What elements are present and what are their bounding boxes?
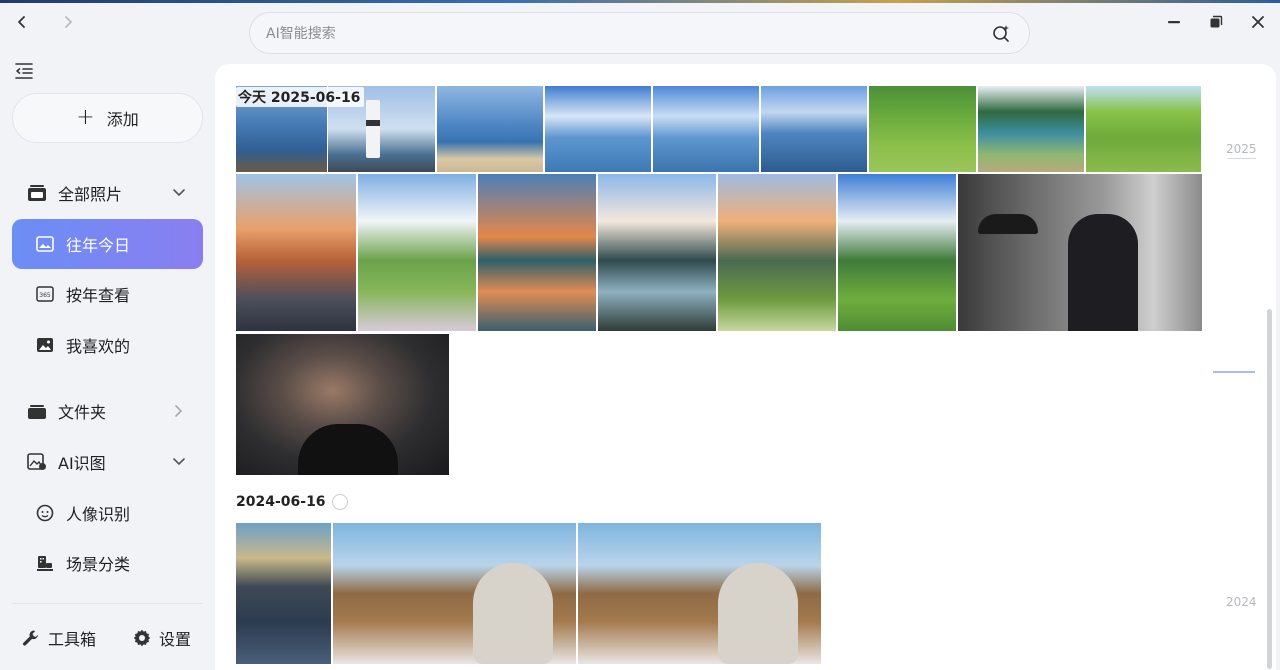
search-placeholder: AI智能搜索 — [266, 26, 336, 42]
chevron-left-icon — [18, 16, 25, 28]
group-date-2024: 2024-06-16 — [236, 494, 348, 510]
collapse-sidebar-button[interactable] — [12, 59, 36, 83]
scene-icon — [34, 552, 56, 574]
scrollbar-thumb[interactable] — [1267, 309, 1272, 669]
photo-thumbnail[interactable] — [333, 523, 576, 664]
folder-icon — [26, 400, 48, 422]
photo-thumbnail[interactable] — [869, 86, 976, 172]
minimize-button[interactable] — [1162, 10, 1186, 34]
sidebar-item-by-year[interactable]: 365 按年查看 — [12, 269, 203, 319]
sidebar-item-ai-recognition[interactable]: AI识图 — [12, 437, 203, 487]
ai-image-icon — [26, 451, 48, 473]
photo-thumbnail[interactable] — [718, 174, 836, 331]
svg-text:365: 365 — [39, 292, 51, 299]
sidebar-item-label: 文件夹 — [58, 403, 107, 422]
sidebar-item-label: 往年今日 — [66, 236, 131, 255]
search-input[interactable]: AI智能搜索 — [249, 12, 1030, 54]
add-button-label: 添加 — [106, 110, 139, 129]
close-button[interactable] — [1246, 10, 1270, 34]
sidebar-item-label: 场景分类 — [66, 555, 131, 574]
sidebar-item-on-this-day[interactable]: 往年今日 — [12, 219, 203, 269]
sidebar-divider — [12, 603, 203, 604]
sidebar-item-folders[interactable]: 文件夹 — [12, 386, 203, 436]
group-date-today: 今天 2025-06-16 — [236, 87, 365, 107]
gear-icon — [133, 629, 151, 647]
toolbox-button[interactable]: 工具箱 — [22, 626, 96, 650]
back-button[interactable] — [10, 10, 34, 34]
photo-thumbnail[interactable] — [958, 174, 1202, 331]
year-marker-2024[interactable]: 2024 — [1226, 595, 1257, 609]
minimize-icon — [1168, 21, 1180, 24]
photo-thumbnail[interactable] — [838, 174, 956, 331]
sidebar-item-face-recognition[interactable]: 人像识别 — [12, 488, 203, 538]
picture-icon — [34, 233, 56, 255]
photo-thumbnail[interactable] — [761, 86, 867, 172]
sidebar-collapse-icon — [15, 63, 33, 79]
sidebar-item-label: 我喜欢的 — [66, 337, 131, 356]
image-icon — [34, 334, 56, 356]
photo-thumbnail[interactable] — [358, 174, 476, 331]
group-date-text: 今天 2025-06-16 — [238, 90, 361, 106]
ai-search-icon[interactable] — [989, 21, 1013, 45]
photo-thumbnail[interactable] — [236, 174, 356, 331]
sidebar-item-label: AI识图 — [58, 454, 106, 473]
photo-thumbnail[interactable] — [478, 174, 596, 331]
chevron-down-icon[interactable] — [169, 189, 189, 197]
photo-thumbnail[interactable] — [236, 334, 449, 475]
photo-album-icon — [26, 182, 48, 204]
restore-icon — [1210, 15, 1223, 28]
photo-thumbnail[interactable] — [545, 86, 651, 172]
timeline-position-indicator[interactable] — [1213, 371, 1255, 373]
sidebar-item-label: 全部照片 — [58, 185, 123, 204]
close-icon — [1252, 16, 1264, 28]
photo-thumbnail[interactable] — [978, 86, 1084, 172]
top-accent-strip — [0, 0, 1280, 3]
restore-button[interactable] — [1204, 10, 1228, 34]
chevron-right-icon[interactable] — [169, 405, 189, 417]
select-group-checkbox[interactable] — [331, 494, 348, 510]
photo-thumbnail[interactable] — [653, 86, 759, 172]
sidebar-item-label: 人像识别 — [66, 505, 131, 524]
photo-timeline: 今天 2025-06-16 2024-06-16 2025 2024 — [215, 64, 1276, 670]
settings-label: 设置 — [159, 630, 192, 649]
sidebar-item-label: 按年查看 — [66, 286, 131, 305]
settings-button[interactable]: 设置 — [133, 626, 191, 650]
chevron-down-icon[interactable] — [169, 458, 189, 466]
sidebar-item-scene-classification[interactable]: 场景分类 — [12, 538, 203, 588]
photo-thumbnail[interactable] — [1086, 86, 1201, 172]
forward-button[interactable] — [56, 10, 80, 34]
year-marker-underline — [1228, 158, 1256, 159]
photo-thumbnail[interactable] — [598, 174, 716, 331]
sidebar-item-favorites[interactable]: 我喜欢的 — [12, 320, 203, 370]
photo-thumbnail[interactable] — [236, 523, 331, 664]
calendar-365-icon: 365 — [34, 283, 56, 305]
face-icon — [34, 502, 56, 524]
group-date-text: 2024-06-16 — [236, 494, 326, 510]
wrench-icon — [23, 630, 38, 646]
photo-thumbnail[interactable] — [437, 86, 543, 172]
toolbox-label: 工具箱 — [48, 630, 97, 649]
photo-thumbnail[interactable] — [578, 523, 821, 664]
plus-icon: + — [76, 105, 95, 130]
add-button[interactable]: + 添加 — [12, 93, 203, 143]
chevron-right-icon — [65, 16, 72, 28]
sidebar-item-all-photos[interactable]: 全部照片 — [12, 168, 203, 218]
year-marker-2025[interactable]: 2025 — [1226, 142, 1257, 156]
